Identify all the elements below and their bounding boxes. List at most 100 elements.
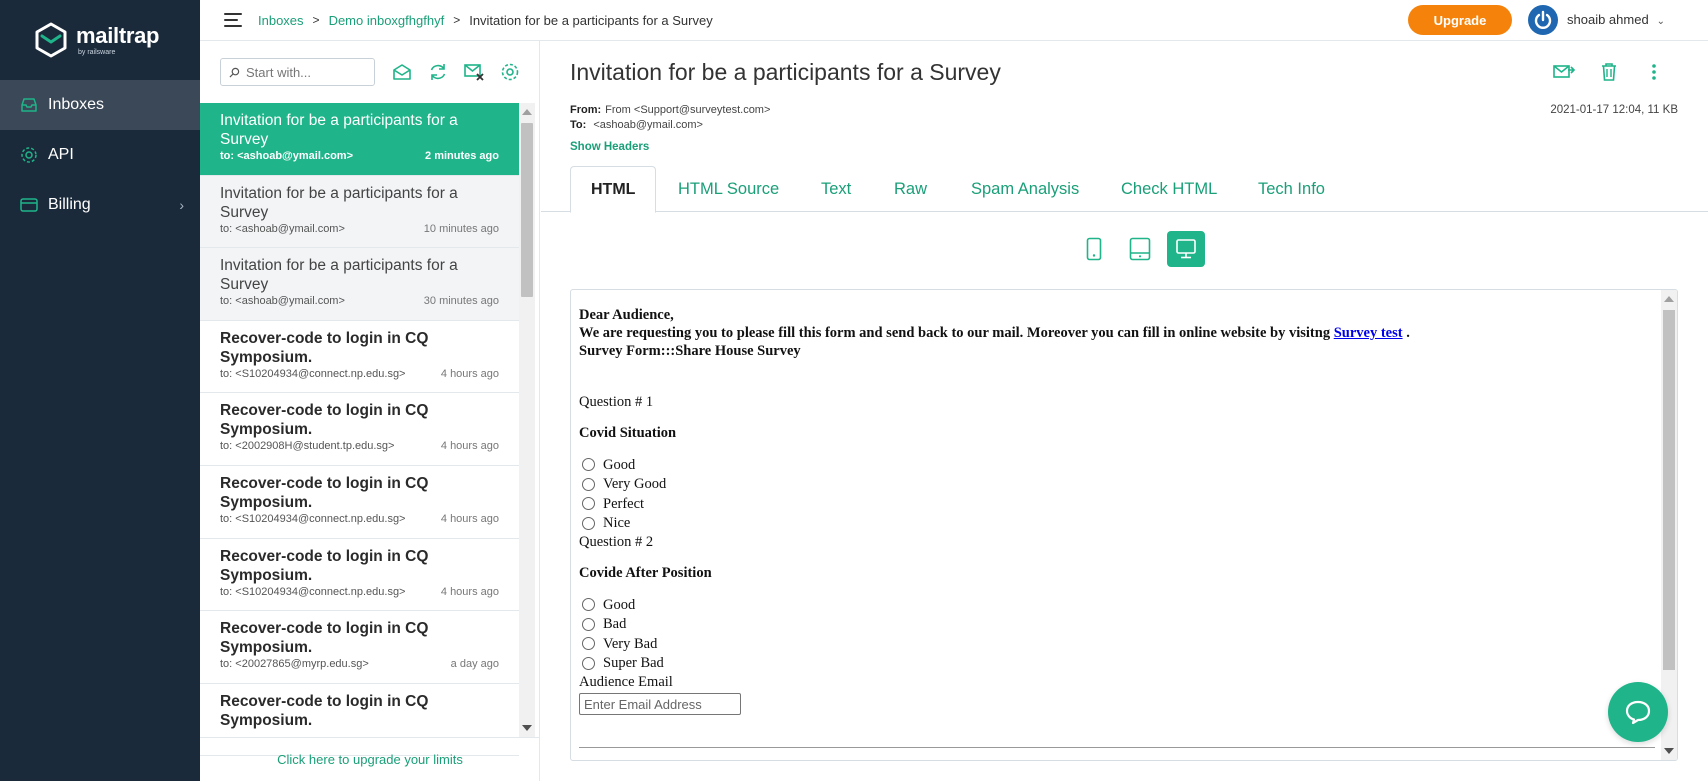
tab-text[interactable]: Text xyxy=(821,166,851,212)
trash-icon[interactable] xyxy=(1598,61,1620,83)
email-intro-end: . xyxy=(1402,325,1410,341)
sidebar-item-label: Inboxes xyxy=(48,96,105,113)
radio-option[interactable]: Good xyxy=(579,455,1649,475)
radio-button[interactable] xyxy=(582,637,595,651)
sidebar-item-billing[interactable]: Billing › xyxy=(0,180,200,230)
forward-icon[interactable] xyxy=(1553,61,1575,83)
email-intro: We are requesting you to please fill thi… xyxy=(579,324,1649,342)
breadcrumb-separator-icon: > xyxy=(312,13,320,27)
message-tabs: HTML HTML Source Text Raw Spam Analysis … xyxy=(541,166,1708,213)
radio-button[interactable] xyxy=(582,656,595,670)
question-2-title: Covide After Position xyxy=(579,565,712,581)
search-box[interactable] xyxy=(220,58,375,86)
message-time: 4 hours ago xyxy=(440,367,499,380)
radio-option[interactable]: Good xyxy=(579,595,1649,615)
scrollbar-thumb[interactable] xyxy=(521,123,533,297)
chat-icon xyxy=(1625,700,1651,725)
list-item[interactable]: Recover-code to login in CQ Symposium. t… xyxy=(200,393,519,466)
user-menu[interactable]: shoaib ahmed ⌄ xyxy=(1567,12,1665,27)
tab-check-html[interactable]: Check HTML xyxy=(1121,166,1217,212)
message-recipient: to: <ashoab@ymail.com> xyxy=(220,150,353,162)
show-headers-link[interactable]: Show Headers xyxy=(570,141,649,153)
list-item[interactable]: Invitation for be a participants for a S… xyxy=(200,248,519,321)
radio-option[interactable]: Nice xyxy=(579,514,1649,534)
message-list-panel: Invitation for be a participants for a S… xyxy=(200,41,540,781)
email-field[interactable] xyxy=(579,693,741,715)
survey-link[interactable]: Survey test xyxy=(1334,325,1403,341)
scroll-down-icon[interactable] xyxy=(522,725,532,731)
radio-label: Very Good xyxy=(603,476,667,493)
avatar[interactable] xyxy=(1528,5,1558,35)
gear-icon xyxy=(20,146,38,164)
user-name: shoaib ahmed xyxy=(1567,12,1649,27)
radio-option[interactable]: Super Bad xyxy=(579,654,1649,674)
question-1-options: Good Very Good Perfect Nice xyxy=(579,455,1649,533)
list-scrollbar[interactable] xyxy=(519,103,535,737)
search-input[interactable] xyxy=(246,64,366,80)
message-recipient: to: <S10204934@connect.np.edu.sg> xyxy=(220,367,406,380)
question-1-label: Question # 1 xyxy=(579,394,654,410)
radio-button[interactable] xyxy=(582,598,595,612)
list-item[interactable]: Recover-code to login in CQ Symposium. t… xyxy=(200,465,519,539)
logo[interactable]: mailtrap by railsware xyxy=(0,0,200,80)
tab-spam-analysis[interactable]: Spam Analysis xyxy=(971,166,1079,212)
clear-inbox-icon[interactable] xyxy=(463,61,485,83)
mark-read-icon[interactable] xyxy=(391,61,413,83)
list-item[interactable]: Recover-code to login in CQ Symposium. t… xyxy=(200,611,519,684)
chat-button[interactable] xyxy=(1608,682,1668,742)
sidebar-item-inboxes[interactable]: Inboxes xyxy=(0,80,200,130)
tab-raw[interactable]: Raw xyxy=(894,166,927,212)
breadcrumb: Inboxes > Demo inboxgfhgfhyf > Invitatio… xyxy=(258,13,713,28)
to-line: To: <ashoab@ymail.com> xyxy=(570,119,703,131)
list-item[interactable]: Recover-code to login in CQ Symposium. t… xyxy=(200,320,519,394)
refresh-icon[interactable] xyxy=(427,61,449,83)
radio-label: Very Bad xyxy=(603,635,658,652)
logo-sub: by railsware xyxy=(78,48,116,56)
sidebar-item-api[interactable]: API xyxy=(0,130,200,180)
from-line: From: From <Support@surveytest.com> xyxy=(570,104,770,116)
email-preview: Dear Audience, We are requesting you to … xyxy=(570,289,1678,761)
radio-button[interactable] xyxy=(582,458,595,472)
radio-button[interactable] xyxy=(582,617,595,631)
message-time: 4 hours ago xyxy=(440,585,499,598)
message-time: 2 minutes ago xyxy=(425,150,499,162)
breadcrumb-current: Invitation for be a participants for a S… xyxy=(469,12,713,28)
list-item[interactable]: Invitation for be a participants for a S… xyxy=(200,175,519,249)
tablet-view-icon[interactable] xyxy=(1121,231,1159,267)
search-icon xyxy=(229,67,240,78)
email-greeting: Dear Audience, xyxy=(579,307,674,323)
radio-option[interactable]: Bad xyxy=(579,615,1649,635)
radio-label: Good xyxy=(603,456,636,473)
question-2-options: Good Bad Very Bad Super Bad xyxy=(579,595,1649,673)
breadcrumb-separator-icon: > xyxy=(453,13,461,27)
scroll-down-icon[interactable] xyxy=(1664,748,1674,754)
radio-button[interactable] xyxy=(582,516,595,530)
settings-icon[interactable] xyxy=(499,61,521,83)
breadcrumb-inboxes[interactable]: Inboxes xyxy=(258,13,304,28)
scrollbar-thumb[interactable] xyxy=(1663,310,1675,670)
radio-option[interactable]: Perfect xyxy=(579,494,1649,514)
device-switcher xyxy=(541,231,1708,267)
radio-option[interactable]: Very Good xyxy=(579,475,1649,495)
radio-button[interactable] xyxy=(582,497,595,511)
list-item[interactable]: Recover-code to login in CQ Symposium. t… xyxy=(200,538,519,612)
mobile-view-icon[interactable] xyxy=(1075,231,1113,267)
tab-html[interactable]: HTML xyxy=(570,166,657,213)
preview-scrollbar[interactable] xyxy=(1661,290,1677,760)
radio-button[interactable] xyxy=(582,477,595,491)
scroll-up-icon[interactable] xyxy=(1664,296,1674,302)
desktop-view-icon[interactable] xyxy=(1166,231,1205,267)
message-recipient: to: <S10204934@connect.np.edu.sg> xyxy=(220,512,406,525)
email-body: Dear Audience, We are requesting you to … xyxy=(579,306,1649,715)
card-icon xyxy=(20,196,38,214)
tab-tech-info[interactable]: Tech Info xyxy=(1258,166,1325,212)
more-options-icon[interactable] xyxy=(1643,61,1665,83)
menu-icon[interactable] xyxy=(224,13,242,27)
tab-html-source[interactable]: HTML Source xyxy=(678,166,779,212)
scroll-up-icon[interactable] xyxy=(522,109,532,115)
list-item[interactable]: Invitation for be a participants for a S… xyxy=(200,103,519,176)
radio-option[interactable]: Very Bad xyxy=(579,634,1649,654)
upgrade-limits-link[interactable]: Click here to upgrade your limits xyxy=(200,737,540,781)
upgrade-button[interactable]: Upgrade xyxy=(1408,5,1512,35)
breadcrumb-inbox[interactable]: Demo inboxgfhgfhyf xyxy=(329,13,445,28)
